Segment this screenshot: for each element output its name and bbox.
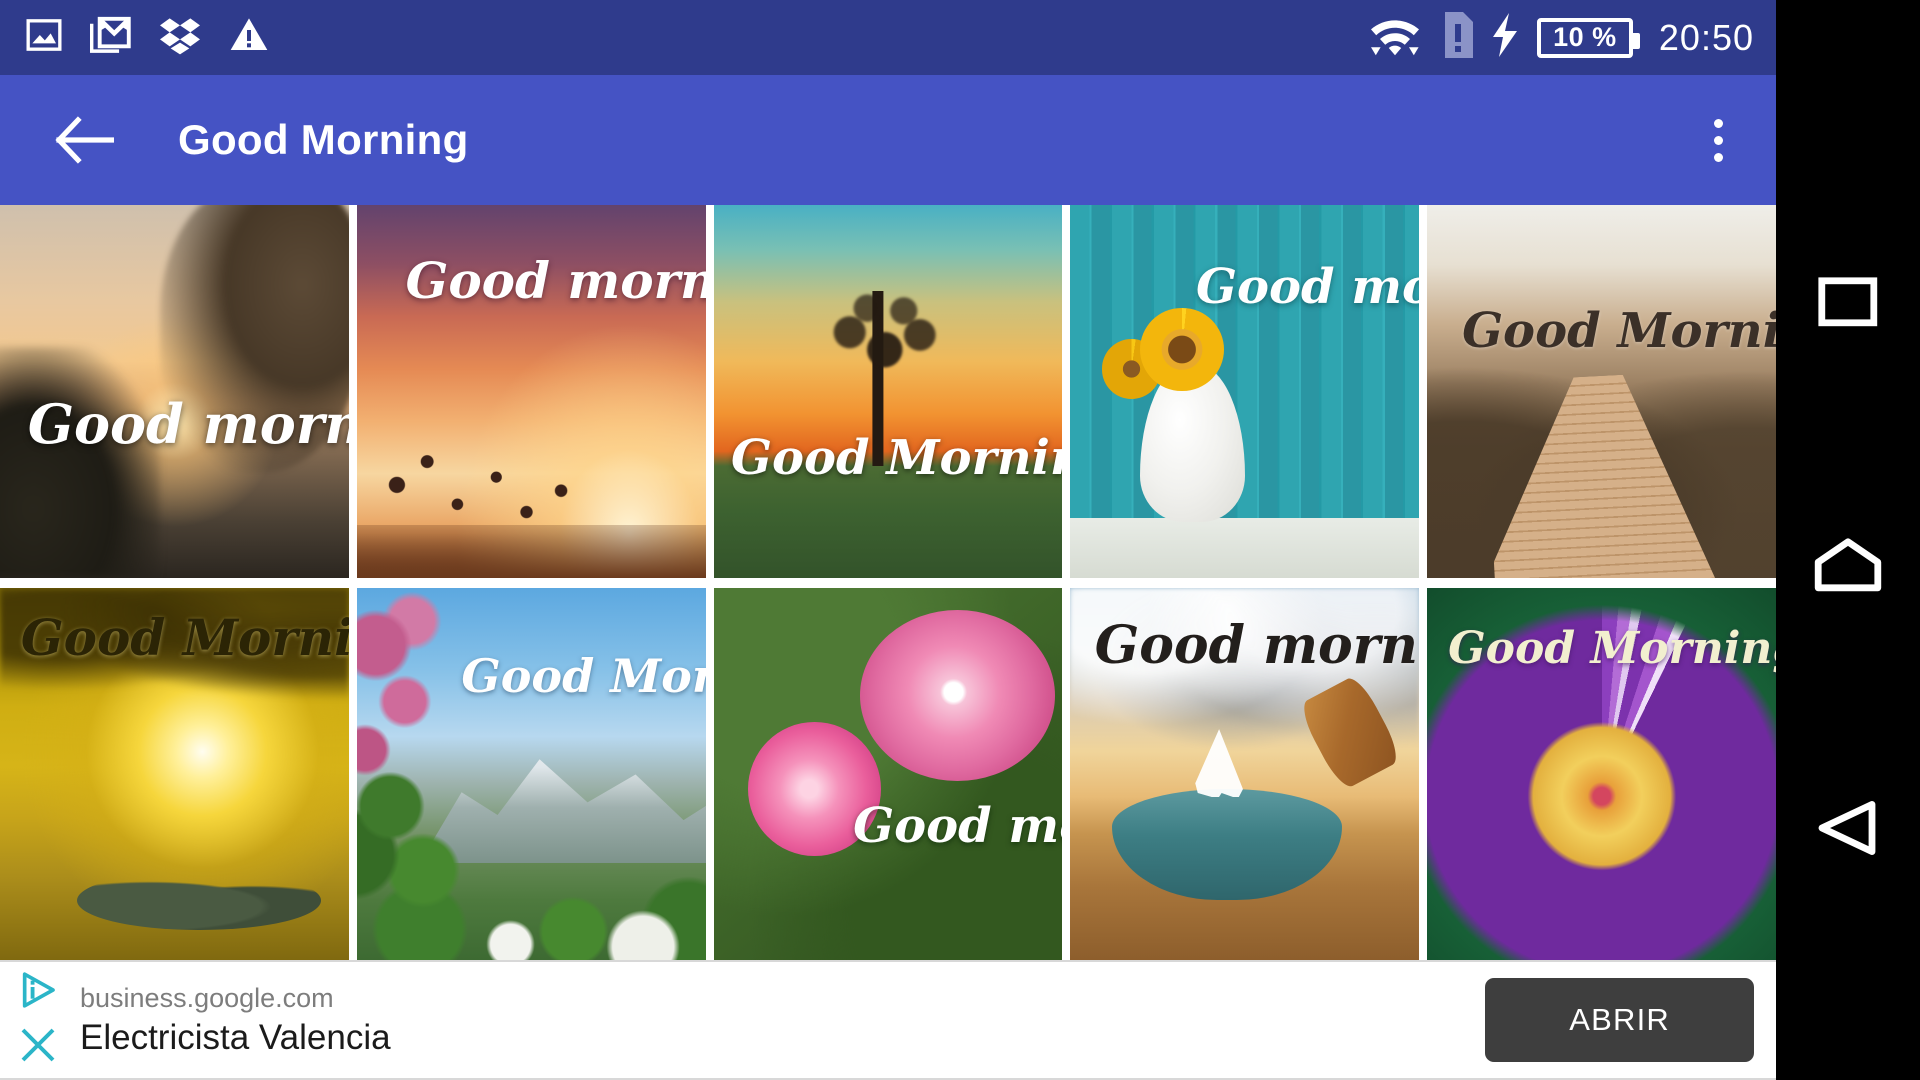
gallery-image-art — [0, 587, 349, 960]
battery-indicator: 10 % — [1536, 17, 1640, 58]
cork-decoration — [1295, 673, 1403, 792]
gallery-item[interactable]: Good Morning! — [0, 587, 349, 960]
dropbox-icon — [158, 15, 202, 60]
gallery-item[interactable]: Good Morning — [356, 587, 706, 960]
close-x-icon[interactable] — [18, 1025, 58, 1070]
adchoices-triangle-icon[interactable] — [18, 970, 58, 1015]
more-vertical-icon-dot3 — [1713, 152, 1723, 162]
gallery-item[interactable]: Good Morning — [1427, 587, 1776, 960]
triangle-back-icon — [1818, 801, 1876, 856]
overflow-menu-button[interactable] — [1690, 104, 1746, 176]
gallery-image-art — [1070, 205, 1420, 578]
app-bar: Good Morning — [0, 75, 1776, 205]
home-button[interactable] — [1803, 520, 1893, 610]
more-vertical-icon-dot2 — [1713, 135, 1723, 145]
gallery-image-art — [356, 587, 706, 960]
arrow-left-icon — [55, 116, 114, 164]
gallery-item[interactable]: Good morning — [713, 587, 1063, 960]
status-bar: 10 % 20:50 — [0, 0, 1776, 75]
ad-banner-text: business.google.com Electricista Valenci… — [80, 983, 391, 1058]
gallery-image-art — [713, 205, 1063, 578]
warning-triangle-icon — [228, 15, 270, 60]
more-vertical-icon — [1713, 118, 1723, 128]
home-pentagon-icon — [1814, 538, 1882, 592]
gallery-image-art — [356, 205, 706, 578]
status-bar-notification-icons — [24, 15, 270, 60]
gallery-item[interactable]: Good Morning — [1427, 205, 1776, 578]
sim-card-warning-icon — [1441, 12, 1475, 63]
wifi-icon — [1365, 12, 1425, 63]
status-bar-system-icons: 10 % 20:50 — [1365, 12, 1754, 63]
status-bar-clock: 20:50 — [1658, 16, 1754, 58]
gallery-image-art — [0, 205, 349, 578]
sunflower-decoration — [1140, 307, 1224, 392]
gallery-image-art — [1427, 205, 1776, 578]
ad-url: business.google.com — [80, 982, 334, 1013]
ad-banner: business.google.com Electricista Valenci… — [0, 960, 1776, 1080]
gallery-item[interactable]: Good morning — [0, 205, 349, 578]
ad-banner-icons — [10, 970, 66, 1070]
gallery-item[interactable]: Good morning — [356, 205, 706, 578]
ship-decoration — [1195, 729, 1243, 799]
back-button[interactable] — [52, 108, 116, 172]
gallery-item[interactable]: Good morning — [1070, 205, 1420, 578]
gallery-image-art — [713, 587, 1063, 960]
gallery-item[interactable]: Good Morning — [713, 205, 1063, 578]
page-title: Good Morning — [178, 116, 469, 163]
foliage-decoration — [356, 840, 706, 960]
system-navigation-bar — [1776, 0, 1920, 1080]
photos-icon — [24, 15, 64, 60]
phone-screen: 10 % 20:50 Good Morning Good morning Goo… — [0, 0, 1776, 1080]
ad-title: Electricista Valencia — [80, 1017, 391, 1057]
ad-cta-button[interactable]: ABRIR — [1485, 978, 1754, 1062]
charging-bolt-icon — [1491, 13, 1521, 62]
gallery-image-art — [1070, 587, 1420, 960]
gallery-image-art — [1427, 587, 1776, 960]
recents-button[interactable] — [1803, 257, 1893, 347]
gmail-icon — [89, 15, 132, 60]
gallery-item[interactable]: Good morning — [1070, 587, 1420, 960]
back-button-nav[interactable] — [1803, 783, 1893, 873]
battery-level-label: 10 % — [1536, 17, 1640, 58]
image-grid: Good morning Good morning Good Morning G… — [0, 205, 1776, 960]
square-recents-icon — [1818, 277, 1878, 326]
